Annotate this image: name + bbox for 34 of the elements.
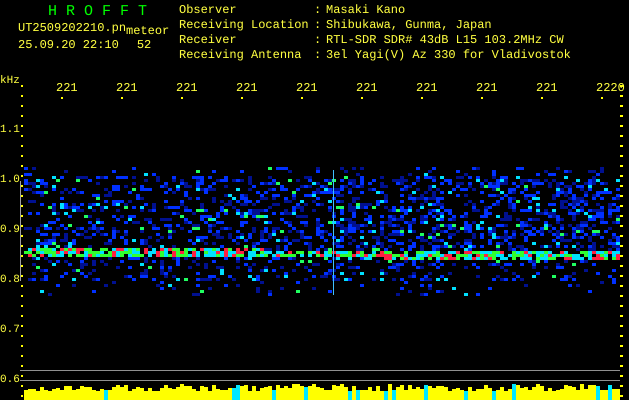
info-value: Masaki Kano <box>326 3 406 18</box>
info-label: Receiver <box>179 33 238 48</box>
unit-label: kHz <box>0 75 20 87</box>
info-label: Observer <box>179 3 238 18</box>
time-label: 221 <box>476 81 498 95</box>
time-label: 2220 <box>596 81 625 95</box>
frequency-label: 0.6 <box>0 373 20 387</box>
frequency-label: 0.7 <box>0 323 20 337</box>
info-separator: : <box>314 3 322 18</box>
info-separator: : <box>314 18 322 33</box>
info-label: Receiving Location <box>179 18 310 33</box>
info-label: Receiving Antenna <box>179 48 302 63</box>
time-label: 221 <box>536 81 558 95</box>
time-label: 221 <box>236 81 258 95</box>
frequency-label: 1.1 <box>0 123 20 137</box>
count-label: 52 <box>136 38 152 53</box>
tag-label: meteor <box>126 24 170 39</box>
app-title: H R O F F T <box>47 3 148 21</box>
time-label: 221 <box>56 81 78 95</box>
file-name: UT2509202210.pn <box>18 21 126 36</box>
time-label: 221 <box>116 81 138 95</box>
info-value: 3el Yagi(V) Az 330 for Vladivostok <box>326 48 571 63</box>
frequency-label: 1.0 <box>0 173 20 187</box>
info-value: Shibukawa, Gunma, Japan <box>326 18 492 33</box>
info-value: RTL-SDR SDR# 43dB L15 103.2MHz CW <box>326 33 564 48</box>
time-label: 221 <box>356 81 378 95</box>
timestamp: 25.09.20 22:10 <box>18 38 119 53</box>
time-label: 221 <box>416 81 438 95</box>
info-separator: : <box>314 48 322 63</box>
time-label: 221 <box>176 81 198 95</box>
frequency-label: 0.8 <box>0 273 20 287</box>
time-label: 221 <box>296 81 318 95</box>
frequency-label: 0.9 <box>0 223 20 237</box>
info-separator: : <box>314 33 322 48</box>
